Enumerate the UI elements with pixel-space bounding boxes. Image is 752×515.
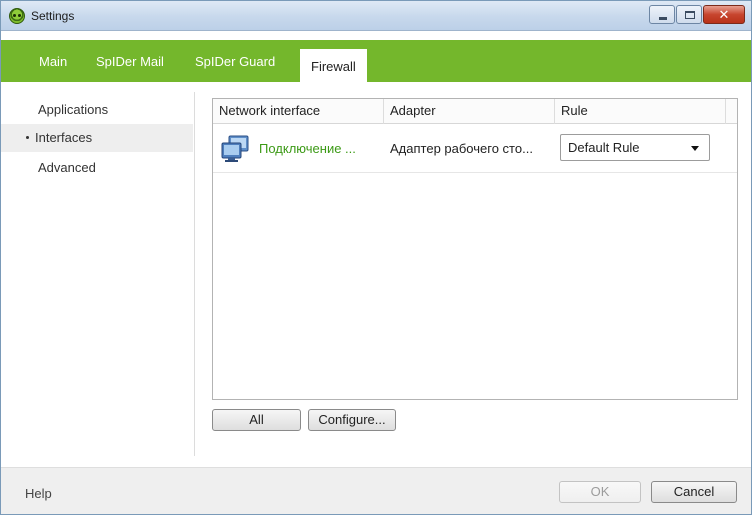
tab-firewall[interactable]: Firewall: [300, 49, 367, 82]
rule-select-value: Default Rule: [568, 140, 640, 155]
table-row[interactable]: Подключение ... Адаптер рабочего сто... …: [213, 125, 737, 173]
spider-app-icon: [9, 8, 25, 24]
column-header-rule[interactable]: Rule: [555, 99, 726, 124]
tab-spider-mail[interactable]: SpIDer Mail: [96, 40, 164, 82]
minimize-icon: [659, 17, 667, 20]
help-link[interactable]: Help: [25, 486, 52, 501]
minimize-button[interactable]: [649, 5, 675, 24]
interfaces-table: Network interface Adapter Rule Подключен…: [212, 98, 738, 400]
table-header: Network interface Adapter Rule: [213, 99, 737, 124]
close-icon: ✕: [718, 7, 730, 22]
cancel-button[interactable]: Cancel: [651, 481, 737, 503]
selected-bullet-icon: [26, 136, 29, 140]
maximize-icon: [685, 11, 695, 19]
sidebar-item-interfaces[interactable]: Interfaces: [1, 124, 193, 152]
tab-main[interactable]: Main: [39, 40, 67, 82]
all-button[interactable]: All: [212, 409, 301, 431]
chevron-down-icon: [691, 146, 699, 151]
dialog-footer: Help OK Cancel: [1, 467, 751, 514]
sidebar: Applications Interfaces Advanced: [1, 82, 193, 467]
tab-bar: Main SpIDer Mail SpIDer Guard Firewall: [1, 40, 751, 82]
column-header-network-interface[interactable]: Network interface: [213, 99, 384, 124]
settings-window: Settings ✕ Main SpIDer Mail SpIDer Guard…: [0, 0, 752, 515]
tab-spider-guard[interactable]: SpIDer Guard: [195, 40, 275, 82]
title-bar[interactable]: Settings ✕: [1, 1, 751, 31]
sidebar-item-label: Interfaces: [35, 130, 93, 145]
window-controls: ✕: [648, 5, 745, 25]
interface-name: Подключение ...: [259, 141, 356, 156]
sidebar-item-label: Applications: [38, 102, 109, 117]
rule-select[interactable]: Default Rule: [560, 134, 710, 161]
maximize-button[interactable]: [676, 5, 702, 24]
sidebar-divider: [194, 92, 195, 456]
column-header-adapter[interactable]: Adapter: [384, 99, 555, 124]
sidebar-item-label: Advanced: [38, 160, 96, 175]
configure-button[interactable]: Configure...: [308, 409, 396, 431]
close-button[interactable]: ✕: [703, 5, 745, 24]
ok-button[interactable]: OK: [559, 481, 641, 503]
adapter-name: Адаптер рабочего сто...: [390, 141, 533, 156]
network-connection-icon: [221, 135, 249, 162]
window-title: Settings: [31, 9, 75, 23]
sidebar-item-applications[interactable]: Applications: [1, 96, 193, 124]
sidebar-item-advanced[interactable]: Advanced: [1, 154, 193, 182]
